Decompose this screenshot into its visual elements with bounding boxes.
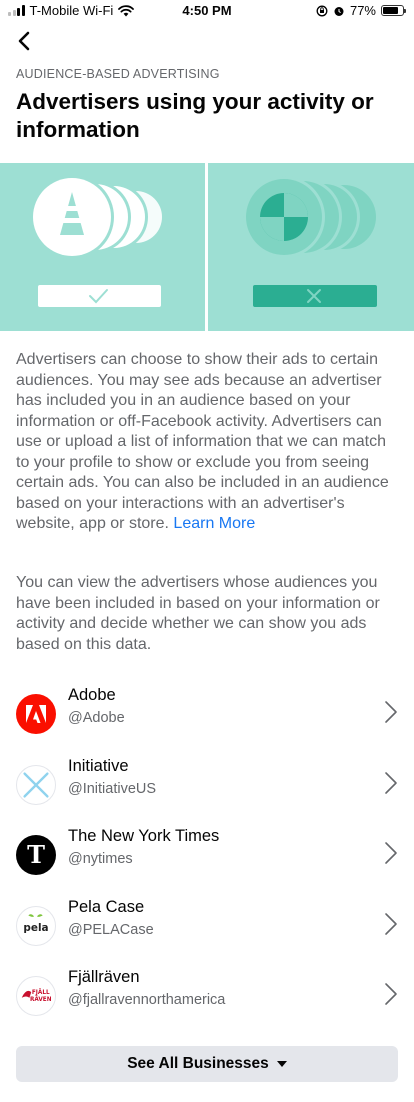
chevron-right-icon xyxy=(385,842,397,864)
excluded-audience-graphic xyxy=(243,176,376,258)
fjallraven-logo: FJÄLL RÄVEN xyxy=(16,976,56,1016)
nytimes-logo: T xyxy=(16,835,56,875)
business-name: Fjällräven xyxy=(68,968,140,986)
adobe-logo xyxy=(16,694,56,734)
audience-illustration xyxy=(0,163,414,331)
battery-label: 77% xyxy=(349,3,376,18)
see-all-label: See All Businesses xyxy=(127,1055,269,1072)
learn-more-link[interactable]: Learn More xyxy=(173,515,255,532)
business-row-pela-case[interactable]: pela Pela Case @PELACase xyxy=(0,898,414,968)
caret-down-icon xyxy=(276,1061,287,1067)
included-audience-graphic xyxy=(30,175,162,259)
business-row-initiative[interactable]: Initiative @InitiativeUS xyxy=(0,757,414,827)
see-all-businesses-button[interactable]: See All Businesses xyxy=(16,1046,398,1082)
illustration-divider xyxy=(205,163,208,331)
explanation-paragraph: Advertisers can choose to show their ads… xyxy=(16,350,400,535)
fjallraven-logo-line2: RÄVEN xyxy=(30,996,52,1003)
pela-logo-text: pela xyxy=(23,922,48,934)
business-handle: @PELACase xyxy=(68,922,154,938)
chevron-right-icon xyxy=(385,913,397,935)
business-name: Initiative xyxy=(68,757,129,775)
alarm-icon xyxy=(334,6,344,16)
battery-icon xyxy=(381,5,406,16)
business-handle: @fjallravennorthamerica xyxy=(68,992,226,1008)
status-bar: T-Mobile Wi-Fi 4:50 PM 77% xyxy=(0,0,414,22)
business-handle: @InitiativeUS xyxy=(68,781,157,797)
business-handle: @nytimes xyxy=(68,851,133,867)
chevron-right-icon xyxy=(385,701,397,723)
initiative-logo xyxy=(16,765,56,805)
business-name: The New York Times xyxy=(68,827,220,845)
business-row-nytimes[interactable]: T The New York Times @nytimes xyxy=(0,827,414,897)
business-name: Pela Case xyxy=(68,898,145,916)
explanation-text: Advertisers can choose to show their ads… xyxy=(16,351,389,532)
included-bar xyxy=(38,285,161,307)
chevron-left-icon xyxy=(18,31,30,51)
business-name: Adobe xyxy=(68,686,116,704)
pela-case-logo: pela xyxy=(16,906,56,946)
status-right: 77% xyxy=(316,3,406,18)
back-button[interactable] xyxy=(12,28,38,54)
chevron-right-icon xyxy=(385,772,397,794)
advertisers-info-paragraph: You can view the advertisers whose audie… xyxy=(16,574,380,653)
chevron-right-icon xyxy=(385,983,397,1005)
section-eyebrow: AUDIENCE-BASED ADVERTISING xyxy=(16,67,220,81)
orientation-lock-icon xyxy=(316,5,328,16)
page-title: Advertisers using your activity or infor… xyxy=(16,89,374,142)
svg-text:T: T xyxy=(27,840,45,869)
business-row-adobe[interactable]: Adobe @Adobe xyxy=(0,686,414,756)
fjallraven-logo-line1: FJÄLL xyxy=(32,989,50,996)
business-row-fjallraven[interactable]: FJÄLL RÄVEN Fjällräven @fjallravennortha… xyxy=(0,968,414,1038)
business-handle: @Adobe xyxy=(68,710,125,726)
